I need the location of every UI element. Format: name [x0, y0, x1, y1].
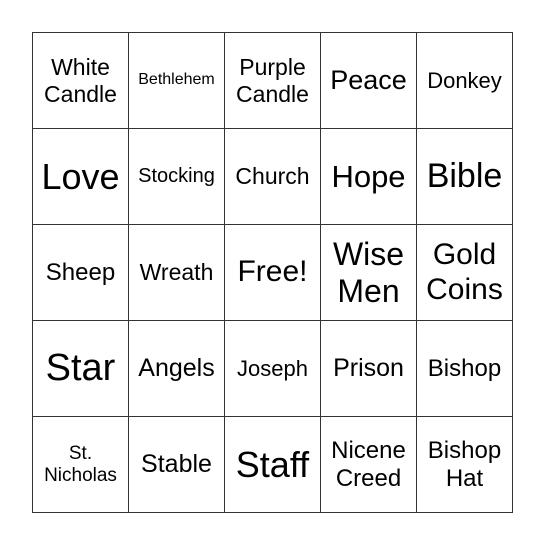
- bingo-card: White Candle Bethlehem Purple Candle Peace D…: [32, 32, 513, 513]
- bingo-row: St. Nicholas Stable Staff Nicene Creed Bisho…: [32, 416, 513, 513]
- bingo-cell[interactable]: Star: [32, 320, 129, 417]
- bingo-cell[interactable]: Angels: [128, 320, 225, 417]
- bingo-cell[interactable]: Wreath: [128, 224, 225, 321]
- bingo-cell[interactable]: Free!: [224, 224, 321, 321]
- bingo-cell[interactable]: Peace: [320, 32, 417, 129]
- bingo-cell[interactable]: Donkey: [416, 32, 513, 129]
- bingo-row: Sheep Wreath Free! Wise Men Gold Coins: [32, 224, 513, 321]
- bingo-cell[interactable]: Prison: [320, 320, 417, 417]
- bingo-cell[interactable]: Love: [32, 128, 129, 225]
- bingo-cell[interactable]: Nicene Creed: [320, 416, 417, 513]
- bingo-cell[interactable]: White Candle: [32, 32, 129, 129]
- bingo-row: Love Stocking Church Hope Bible: [32, 128, 513, 225]
- bingo-cell[interactable]: Bishop: [416, 320, 513, 417]
- bingo-cell[interactable]: Purple Candle: [224, 32, 321, 129]
- bingo-cell[interactable]: Bethlehem: [128, 32, 225, 129]
- bingo-cell[interactable]: Joseph: [224, 320, 321, 417]
- bingo-cell[interactable]: Church: [224, 128, 321, 225]
- bingo-cell[interactable]: St. Nicholas: [32, 416, 129, 513]
- bingo-cell[interactable]: Bible: [416, 128, 513, 225]
- bingo-cell[interactable]: Staff: [224, 416, 321, 513]
- bingo-cell[interactable]: Gold Coins: [416, 224, 513, 321]
- bingo-cell[interactable]: Hope: [320, 128, 417, 225]
- bingo-cell[interactable]: Sheep: [32, 224, 129, 321]
- bingo-row: White Candle Bethlehem Purple Candle Peace D…: [32, 32, 513, 129]
- bingo-cell[interactable]: Bishop Hat: [416, 416, 513, 513]
- bingo-cell[interactable]: Stable: [128, 416, 225, 513]
- bingo-cell[interactable]: Wise Men: [320, 224, 417, 321]
- bingo-row: Star Angels Joseph Prison Bishop: [32, 320, 513, 417]
- bingo-cell[interactable]: Stocking: [128, 128, 225, 225]
